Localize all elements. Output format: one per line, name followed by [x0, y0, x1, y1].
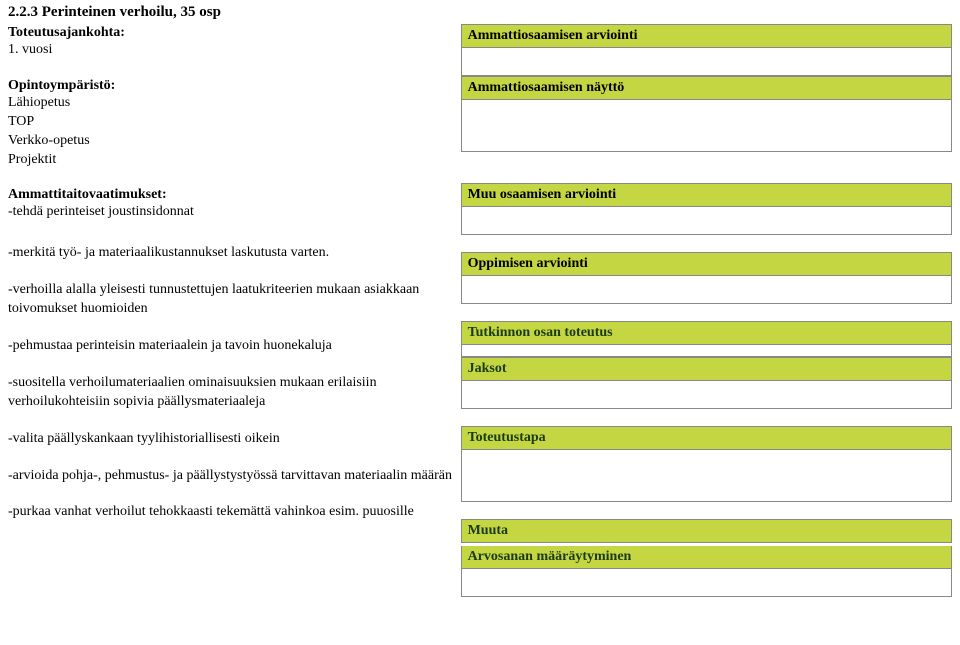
req-item: -tehdä perinteiset joustinsidonnat	[8, 204, 194, 219]
req-item: -suositella verhoilumateriaalien ominais…	[8, 375, 377, 409]
cell-empty	[461, 207, 952, 235]
cell-empty	[461, 276, 952, 304]
bar-oppimisen-arviointi: Oppimisen arviointi	[461, 252, 952, 276]
env-item: TOP	[8, 114, 34, 129]
bar-jaksot: Jaksot	[461, 357, 952, 381]
req-item: -purkaa vanhat verhoilut tehokkaasti tek…	[8, 504, 414, 519]
timing-value: 1. vuosi	[8, 42, 52, 57]
requirements-label: Ammattitaitovaatimukset:	[8, 187, 167, 202]
cell-empty	[461, 345, 952, 357]
section-heading: 2.2.3 Perinteinen verhoilu, 35 osp	[8, 4, 453, 21]
env-item: Projektit	[8, 152, 56, 167]
req-item: -arvioida pohja-, pehmustus- ja päällyst…	[8, 468, 452, 483]
cell-empty	[461, 569, 952, 597]
bar-arvosanan-maaraytyminen: Arvosanan määräytyminen	[461, 546, 952, 569]
bar-ammattiosaamisen-arviointi: Ammattiosaamisen arviointi	[461, 24, 952, 48]
bar-tutkinnon-osan-toteutus: Tutkinnon osan toteutus	[461, 321, 952, 345]
environment-label: Opintoympäristö:	[8, 78, 115, 93]
env-item: Verkko-opetus	[8, 133, 90, 148]
cell-empty	[461, 450, 952, 502]
bar-toteutustapa: Toteutustapa	[461, 426, 952, 450]
bar-muuta: Muuta	[461, 519, 952, 543]
cell-empty	[461, 48, 952, 76]
bar-muu-osaamisen-arviointi: Muu osaamisen arviointi	[461, 183, 952, 207]
env-item: Lähiopetus	[8, 95, 70, 110]
req-item: -verhoilla alalla yleisesti tunnustettuj…	[8, 282, 419, 316]
req-item: -valita päällyskankaan tyylihistoriallis…	[8, 431, 280, 446]
cell-empty	[461, 100, 952, 152]
timing-label: Toteutusajankohta:	[8, 25, 125, 40]
left-column: 2.2.3 Perinteinen verhoilu, 35 osp Toteu…	[8, 4, 453, 641]
req-item: -merkitä työ- ja materiaalikustannukset …	[8, 245, 329, 260]
cell-empty	[461, 381, 952, 409]
document-page: 2.2.3 Perinteinen verhoilu, 35 osp Toteu…	[0, 0, 960, 645]
right-column: Ammattiosaamisen arviointi Ammattiosaami…	[461, 4, 952, 641]
bar-ammattiosaamisen-naytto: Ammattiosaamisen näyttö	[461, 76, 952, 100]
req-item: -pehmustaa perinteisin materiaalein ja t…	[8, 338, 332, 353]
